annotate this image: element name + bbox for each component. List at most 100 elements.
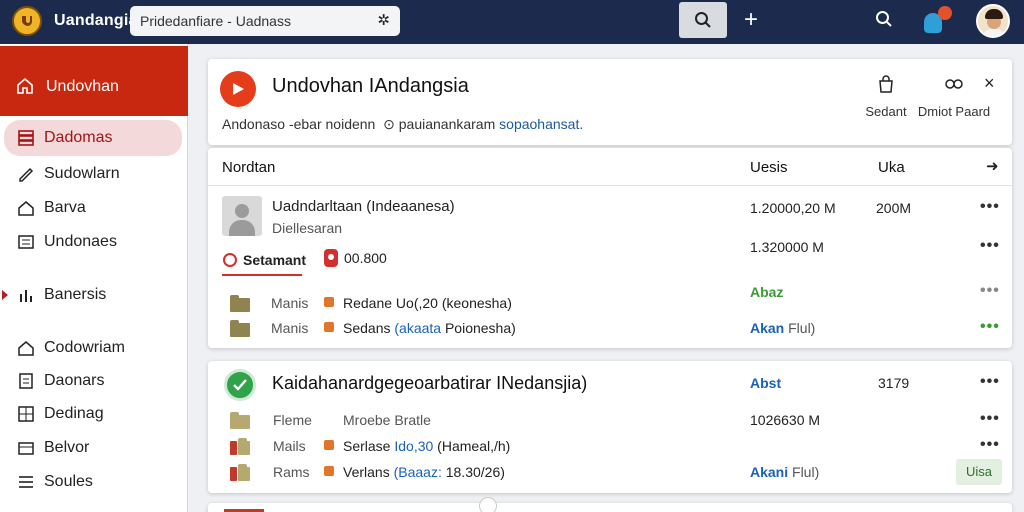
status-text: Flul) [788, 464, 820, 480]
line-kind: Fleme [273, 412, 312, 428]
close-icon[interactable]: × [984, 73, 995, 94]
sidebar-header-label: Undovhan [46, 78, 119, 95]
sidebar-item-label: Soules [44, 473, 93, 490]
sidebar-item-belvor[interactable]: Belvor [0, 430, 188, 466]
line-kind: Manis [271, 320, 309, 336]
sidebar-item-dadomas[interactable]: Dadomas [4, 120, 182, 156]
notification-icon[interactable] [920, 6, 954, 38]
sidebar-item-label: Codowriam [44, 339, 125, 356]
search-input[interactable]: Pridedanfiare - Uadnass ✲ [130, 6, 400, 36]
entry-col-value: 3179 [878, 375, 910, 391]
line-item-text: Poionesha) [441, 320, 516, 336]
tag-button[interactable]: Uisa [956, 459, 1002, 485]
link-icon [945, 79, 963, 89]
column-header[interactable]: Uka [878, 159, 905, 176]
sidebar-item-sudowlarn[interactable]: Sudowlarn [0, 156, 188, 192]
more-icon[interactable]: ••• [980, 373, 1000, 391]
sidebar-item-codowriam[interactable]: Codowriam [0, 330, 188, 366]
line-item-text: Sedans [343, 320, 395, 336]
line-item-text: Serlase [343, 438, 395, 454]
box-icon [17, 440, 35, 456]
line-item[interactable]: Serlase Ido,30 (Hameal,/h) [343, 438, 510, 454]
play-icon [220, 71, 256, 107]
more-icon[interactable]: ••• [980, 198, 1000, 216]
entry-col-label: Abst [750, 375, 782, 391]
sidebar-item-dedinag[interactable]: Dedinag [0, 396, 188, 432]
record-sub: Diellesaran [272, 220, 343, 236]
app-brand: Uandangia [54, 12, 138, 29]
status-value-icon [324, 249, 338, 267]
sidebar-item-label: Banersis [44, 286, 107, 303]
sidebar-item-label: Belvor [44, 439, 90, 456]
tag-icon [324, 322, 334, 332]
stack-icon [17, 130, 35, 146]
status-value: 00.800 [344, 250, 387, 266]
subtitle-link[interactable]: sopaohansat. [499, 116, 583, 132]
search-icon[interactable] [875, 10, 893, 33]
header-panel: Undovhan IAndangsia Andonaso -ebar noide… [208, 59, 1012, 145]
status-link[interactable]: Akan [750, 320, 784, 336]
more-icon[interactable]: ••• [980, 410, 1000, 428]
line-item-link[interactable]: (Baaaz: [394, 464, 442, 480]
tag-icon [324, 440, 334, 450]
page-subtitle: Andonaso -ebar noidenn ⊙ pauianankaram s… [222, 116, 583, 133]
list-icon [17, 234, 35, 250]
entry-title[interactable]: Kaidahanardgegeoarbatirar INedansjia) [272, 373, 587, 394]
star-icon[interactable]: ✲ [377, 11, 390, 29]
sidebar-item-undonaes[interactable]: Undonaes [0, 224, 188, 260]
document-icon [17, 373, 35, 389]
status-link[interactable]: Akani [750, 464, 788, 480]
folder-icon [230, 295, 250, 312]
home-icon [17, 200, 35, 216]
status-label: Setamant [243, 252, 307, 268]
sidebar-header[interactable]: Undovhan [0, 46, 188, 116]
more-icon[interactable]: ••• [980, 237, 1000, 255]
sidebar-item-label: Daonars [44, 372, 105, 389]
sidebar-item-label: Barva [44, 199, 86, 216]
more-icon[interactable]: ••• [980, 282, 1000, 300]
column-header[interactable]: Uesis [750, 159, 788, 176]
record-value: 1.20000,20 M [750, 200, 836, 216]
scroll-handle[interactable] [479, 497, 497, 512]
table-header: Nordtan Uesis Uka ➜ [208, 148, 1012, 186]
bag-icon [879, 75, 893, 93]
sidebar-item-label: Dedinag [44, 405, 104, 422]
line-item-link[interactable]: (akaata [394, 320, 441, 336]
avatar[interactable] [976, 4, 1010, 38]
plus-icon[interactable]: + [744, 7, 758, 33]
line-item[interactable]: Redane Uo(,20 (keonesha) [343, 295, 512, 311]
next-panel [208, 497, 1012, 512]
folder-icon [230, 412, 250, 429]
notification-badge [938, 6, 952, 20]
sidebar-item-daonars[interactable]: Daonars [0, 363, 188, 399]
sidebar: Undovhan Dadomas Sudowlarn Barva Undonae… [0, 44, 188, 512]
bar-chart-icon [17, 287, 35, 303]
app-logo-icon[interactable] [12, 6, 42, 36]
tag-icon [324, 466, 334, 476]
home-icon [16, 77, 34, 99]
column-header[interactable]: Nordtan [222, 159, 275, 176]
check-icon [224, 369, 256, 401]
record-avatar [222, 196, 262, 236]
sidebar-item-barva[interactable]: Barva [0, 190, 188, 226]
line-item-link[interactable]: Ido,30 [394, 438, 433, 454]
record-name[interactable]: Uadndarltaan (Indeaanesa) [272, 198, 455, 215]
sidebar-item-label: Dadomas [44, 129, 113, 146]
sidebar-item-banersis[interactable]: Banersis [0, 277, 188, 313]
sidebar-item-soules[interactable]: Soules [0, 464, 188, 500]
more-icon[interactable]: ••• [980, 318, 1000, 336]
line-kind: Manis [271, 295, 309, 311]
arrow-icon[interactable]: ➜ [986, 157, 999, 175]
search-button[interactable] [679, 2, 727, 38]
page-title: Undovhan IAndangsia [272, 75, 469, 97]
line-item[interactable]: Sedans (akaata Poionesha) [343, 320, 516, 336]
line-item[interactable]: Verlans (Baaaz: 18.30/26) [343, 464, 505, 480]
more-icon[interactable]: ••• [980, 436, 1000, 454]
status-underline [222, 274, 302, 276]
dmiot-paard-label: Dmiot Paard [917, 104, 991, 119]
tag-icon [324, 297, 334, 307]
record-value: 1.320000 M [750, 239, 824, 255]
subtitle-text: Andonaso -ebar noidenn [222, 116, 376, 132]
top-bar: Uandangia Pridedanfiare - Uadnass ✲ + [0, 0, 1024, 44]
grid-icon [17, 406, 35, 422]
